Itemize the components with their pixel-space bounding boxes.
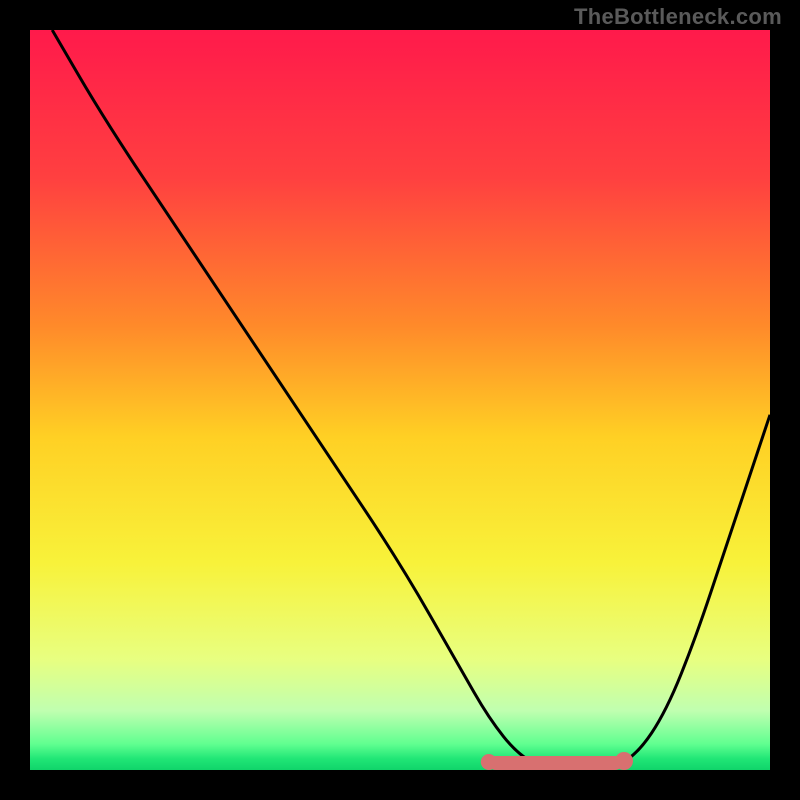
gradient-background — [30, 30, 770, 770]
chart-container: { "watermark": "TheBottleneck.com", "cha… — [0, 0, 800, 800]
bottleneck-chart — [0, 0, 800, 800]
